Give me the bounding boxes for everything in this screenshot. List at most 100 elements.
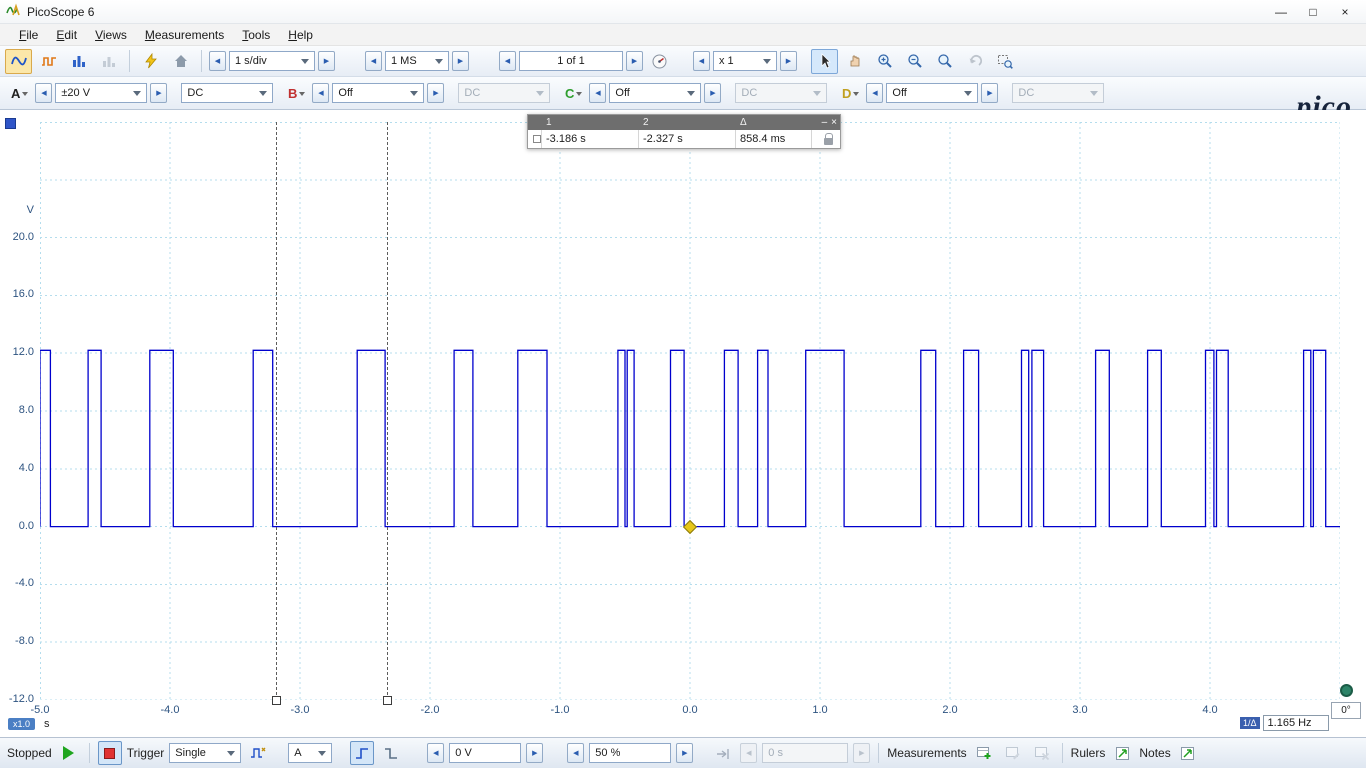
channel-b-range-down-button[interactable]: ◀ xyxy=(312,83,329,103)
menu-measurements[interactable]: Measurements xyxy=(136,26,233,44)
channel-d-range-select[interactable]: Off xyxy=(886,83,978,103)
channel-b-range-select[interactable]: Off xyxy=(332,83,424,103)
zoom-out-tool-button[interactable] xyxy=(901,49,928,74)
buffer-navigator-button[interactable] xyxy=(646,49,673,74)
home-button[interactable] xyxy=(167,49,194,74)
start-button[interactable] xyxy=(57,741,81,765)
x-zoom-badge: x1.0 xyxy=(8,718,35,730)
trigger-level-input[interactable]: 0 V xyxy=(449,743,521,763)
channel-c-label[interactable]: C xyxy=(565,86,582,101)
axis-scroll-handle[interactable] xyxy=(1340,684,1353,697)
timebase-decrease-button[interactable]: ◀ xyxy=(209,51,226,71)
delay-value: 0 s xyxy=(768,747,783,759)
advanced-trigger-button[interactable] xyxy=(246,741,270,765)
add-measurement-icon xyxy=(976,745,992,761)
menu-file[interactable]: File xyxy=(10,26,47,44)
zoom-decrease-button[interactable]: ◀ xyxy=(693,51,710,71)
zoom-in-tool-button[interactable] xyxy=(871,49,898,74)
ruler-handle[interactable] xyxy=(383,696,392,705)
channel-a-coupling-select[interactable]: DC xyxy=(181,83,273,103)
app-icon xyxy=(6,2,22,21)
close-button[interactable]: × xyxy=(1330,2,1360,22)
channel-b-label[interactable]: B xyxy=(288,86,305,101)
channel-d-range-down-button[interactable]: ◀ xyxy=(866,83,883,103)
buffer-previous-button[interactable]: ◀ xyxy=(499,51,516,71)
spectrum-view-button[interactable] xyxy=(65,49,92,74)
channel-d-range-value: Off xyxy=(892,87,906,99)
auto-setup-button[interactable] xyxy=(137,49,164,74)
trigger-level-value: 0 V xyxy=(455,747,472,759)
channel-d-coupling-value: DC xyxy=(1018,87,1034,99)
channel-a-range-up-button[interactable]: ▶ xyxy=(150,83,167,103)
zoom-increase-button[interactable]: ▶ xyxy=(780,51,797,71)
minimize-button[interactable]: — xyxy=(1266,2,1296,22)
lock-icon[interactable] xyxy=(824,138,833,145)
buffer-value: 1 of 1 xyxy=(557,55,585,67)
maximize-button[interactable]: □ xyxy=(1298,2,1328,22)
rulers-button[interactable] xyxy=(1110,741,1134,765)
scope-view-icon xyxy=(11,53,27,69)
rising-edge-button[interactable] xyxy=(350,741,374,765)
x-tick-label: 1.0 xyxy=(800,704,840,716)
menu-tools[interactable]: Tools xyxy=(233,26,279,44)
square-wave-icon xyxy=(41,53,57,69)
delay-enable-button[interactable] xyxy=(711,741,735,765)
dropdown-arrow-icon xyxy=(435,59,443,68)
time-ruler-2[interactable] xyxy=(387,122,388,700)
channel-c-range-down-button[interactable]: ◀ xyxy=(589,83,606,103)
hand-tool-button[interactable] xyxy=(841,49,868,74)
undo-zoom-button[interactable] xyxy=(961,49,988,74)
persistence-view-button[interactable] xyxy=(95,49,122,74)
x-tick-label: -1.0 xyxy=(540,704,580,716)
samples-select[interactable]: 1 MS xyxy=(385,51,449,71)
add-measurement-button[interactable] xyxy=(972,741,996,765)
channel-c-range-up-button[interactable]: ▶ xyxy=(704,83,721,103)
marquee-zoom-button[interactable] xyxy=(991,49,1018,74)
channel-c-range-select[interactable]: Off xyxy=(609,83,701,103)
pretrigger-input[interactable]: 50 % xyxy=(589,743,671,763)
trigger-level-up-button[interactable]: ▶ xyxy=(526,743,543,763)
pretrigger-down-button[interactable]: ◀ xyxy=(567,743,584,763)
samples-decrease-button[interactable]: ◀ xyxy=(365,51,382,71)
legend-minimize-button[interactable]: – xyxy=(822,118,828,128)
y-tick-label: 0.0 xyxy=(0,520,34,532)
timebase-increase-button[interactable]: ▶ xyxy=(318,51,335,71)
scope-view-button[interactable] xyxy=(5,49,32,74)
samples-increase-button[interactable]: ▶ xyxy=(452,51,469,71)
ruler-legend[interactable]: 1 2 Δ – × -3.186 s -2.327 s 858.4 ms xyxy=(527,114,841,149)
channel-d-range-up-button[interactable]: ▶ xyxy=(981,83,998,103)
channel-a-axis-marker[interactable] xyxy=(5,118,16,129)
timebase-select[interactable]: 1 s/div xyxy=(229,51,315,71)
menu-edit[interactable]: Edit xyxy=(47,26,86,44)
trigger-source-select[interactable]: A xyxy=(288,743,332,763)
x-tick-label: 2.0 xyxy=(930,704,970,716)
notes-button[interactable] xyxy=(1176,741,1200,765)
channel-a-range-down-button[interactable]: ◀ xyxy=(35,83,52,103)
stop-button[interactable] xyxy=(98,741,122,765)
channel-a-range-select[interactable]: ±20 V xyxy=(55,83,147,103)
dropdown-arrow-icon xyxy=(133,91,141,100)
zoom-select[interactable]: x 1 xyxy=(713,51,777,71)
title-bar: PicoScope 6 — □ × xyxy=(0,0,1366,24)
scope-plot[interactable] xyxy=(40,122,1340,700)
channel-c-range-value: Off xyxy=(615,87,629,99)
pretrigger-up-button[interactable]: ▶ xyxy=(676,743,693,763)
time-ruler-1[interactable] xyxy=(276,122,277,700)
x-tick-label: -3.0 xyxy=(280,704,320,716)
channel-b-range-up-button[interactable]: ▶ xyxy=(427,83,444,103)
buffer-next-button[interactable]: ▶ xyxy=(626,51,643,71)
falling-edge-button[interactable] xyxy=(379,741,403,765)
channel-d-label[interactable]: D xyxy=(842,86,859,101)
trigger-level-down-button[interactable]: ◀ xyxy=(427,743,444,763)
trigger-mode-select[interactable]: Single xyxy=(169,743,241,763)
notes-label: Notes xyxy=(1139,746,1170,760)
y-tick-label: 8.0 xyxy=(0,404,34,416)
menu-help[interactable]: Help xyxy=(279,26,322,44)
legend-drag-handle[interactable] xyxy=(533,135,541,143)
legend-close-button[interactable]: × xyxy=(831,118,837,128)
xy-view-button[interactable] xyxy=(35,49,62,74)
channel-a-label[interactable]: A xyxy=(11,86,28,101)
pointer-tool-button[interactable] xyxy=(811,49,838,74)
menu-views[interactable]: Views xyxy=(86,26,136,44)
zoom-full-tool-button[interactable] xyxy=(931,49,958,74)
